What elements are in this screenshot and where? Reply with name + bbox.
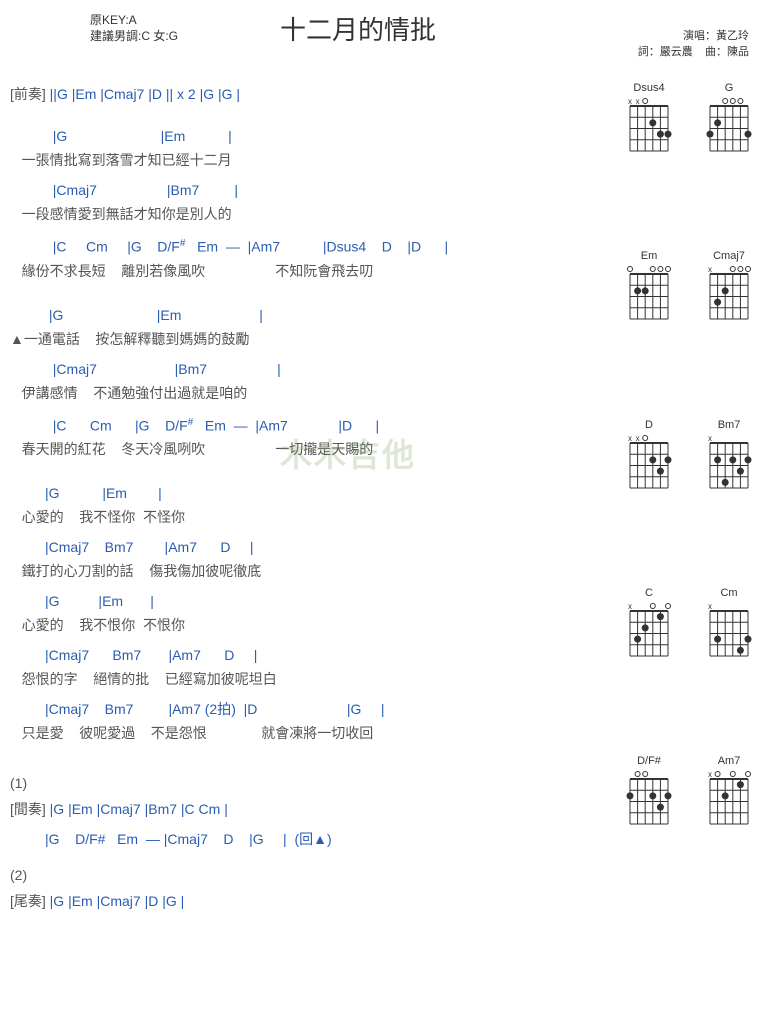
chord-line: |C Cm |G D/F# Em — |Am7 |Dsus4 D |D | [10, 232, 599, 259]
chord-diagrams: Dsus4xxGEmCmaj7xDxxBm7xCxCmxD/F#Am7x [599, 82, 759, 913]
svg-text:x: x [628, 434, 632, 443]
interlude-line-2: |G D/F# Em — |Cmaj7 D |G | (回▲) [10, 827, 599, 851]
chord-line: |Cmaj7 Bm7 |Am7 D | [10, 643, 599, 667]
chord-line: |G |Em | [10, 303, 599, 327]
chord-diagram-label: C [619, 587, 679, 599]
lyric-line: 緣份不求長短 離別若像風吹 不知阮會飛去叨 [10, 259, 599, 283]
chord-diagram: Dxx [619, 419, 679, 577]
original-key: 原KEY:A [90, 12, 178, 28]
chord-diagram: D/F# [619, 755, 679, 913]
chord-diagram-label: Bm7 [699, 419, 759, 431]
chord-diagram: Em [619, 250, 679, 408]
song-title: 十二月的情批 [280, 10, 436, 47]
lyric-line: 心愛的 我不怪你 不怪你 [10, 505, 599, 529]
svg-text:x: x [636, 434, 640, 443]
lyric-line: 心愛的 我不恨你 不恨你 [10, 613, 599, 637]
svg-text:x: x [708, 265, 712, 274]
svg-text:x: x [628, 97, 632, 106]
chord-diagram-label: Am7 [699, 755, 759, 767]
lyric-line: 春天開的紅花 冬天冷風咧吹 一切攏是天賜的 [10, 437, 599, 461]
chord-diagram-label: Cm [699, 587, 759, 599]
chord-diagram: G [699, 82, 759, 240]
chord-line: |Cmaj7 Bm7 |Am7 D | [10, 535, 599, 559]
chord-line: |G |Em | [10, 589, 599, 613]
chord-diagram: Cx [619, 587, 679, 745]
key-info: 原KEY:A 建議男調:C 女:G [90, 12, 178, 44]
lyric-line: 鐵打的心刀割的話 傷我傷加彼呢徹底 [10, 559, 599, 583]
lyric-line: 伊講感情 不通勉強付出過就是咱的 [10, 381, 599, 405]
chord-diagram: Cm x [699, 587, 759, 745]
lyric-line: 一張情批寫到落雪才知已經十二月 [10, 148, 599, 172]
chord-diagram-label: D/F# [619, 755, 679, 767]
chord-line: |Cmaj7 |Bm7 | [10, 357, 599, 381]
chord-diagram-label: Dsus4 [619, 82, 679, 94]
svg-text:x: x [708, 602, 712, 611]
chord-diagram-label: Em [619, 250, 679, 262]
intro-line: [前奏] ||G |Em |Cmaj7 |D || x 2 |G |G | [10, 82, 599, 106]
interlude-line-1: [間奏] |G |Em |Cmaj7 |Bm7 |C Cm | [10, 797, 599, 821]
section-2-label: (2) [10, 863, 599, 887]
svg-text:x: x [628, 602, 632, 611]
svg-text:x: x [636, 97, 640, 106]
lyric-line: 只是愛 彼呢愛過 不是怨恨 就會凍將一切收回 [10, 721, 599, 745]
lyric-composer: 詞：嚴云農 曲：陳品 [638, 44, 749, 60]
chord-diagram: Cmaj7 x [699, 250, 759, 408]
lyric-line: 怨恨的字 絕情的批 已經寫加彼呢坦白 [10, 667, 599, 691]
suggested-keys: 建議男調:C 女:G [90, 28, 178, 44]
chord-diagram-label: Cmaj7 [699, 250, 759, 262]
svg-text:x: x [708, 770, 712, 779]
chord-diagram-label: D [619, 419, 679, 431]
lyric-line: 一段感情愛到無話才知你是別人的 [10, 202, 599, 226]
chord-line: |G |Em | [10, 481, 599, 505]
chord-diagram: Bm7 x [699, 419, 759, 577]
chord-line: |Cmaj7 Bm7 |Am7 (2拍) |D |G | [10, 697, 599, 721]
artist: 演唱：黃乙玲 [638, 28, 749, 44]
chord-chart: [前奏] ||G |Em |Cmaj7 |D || x 2 |G |G | |G… [10, 82, 599, 913]
credits: 演唱：黃乙玲 詞：嚴云農 曲：陳品 [638, 28, 749, 60]
chord-line: |G |Em | [10, 124, 599, 148]
chord-diagram-label: G [699, 82, 759, 94]
lyric-line: ▲一通電話 按怎解釋聽到媽媽的鼓勵 [10, 327, 599, 351]
chord-line: |Cmaj7 |Bm7 | [10, 178, 599, 202]
outro-line: [尾奏] |G |Em |Cmaj7 |D |G | [10, 889, 599, 913]
chord-diagram: Dsus4 xx [619, 82, 679, 240]
section-1-label: (1) [10, 771, 599, 795]
chord-line: |C Cm |G D/F# Em — |Am7 |D | [10, 411, 599, 438]
svg-text:x: x [708, 434, 712, 443]
chord-diagram: Am7 x [699, 755, 759, 913]
